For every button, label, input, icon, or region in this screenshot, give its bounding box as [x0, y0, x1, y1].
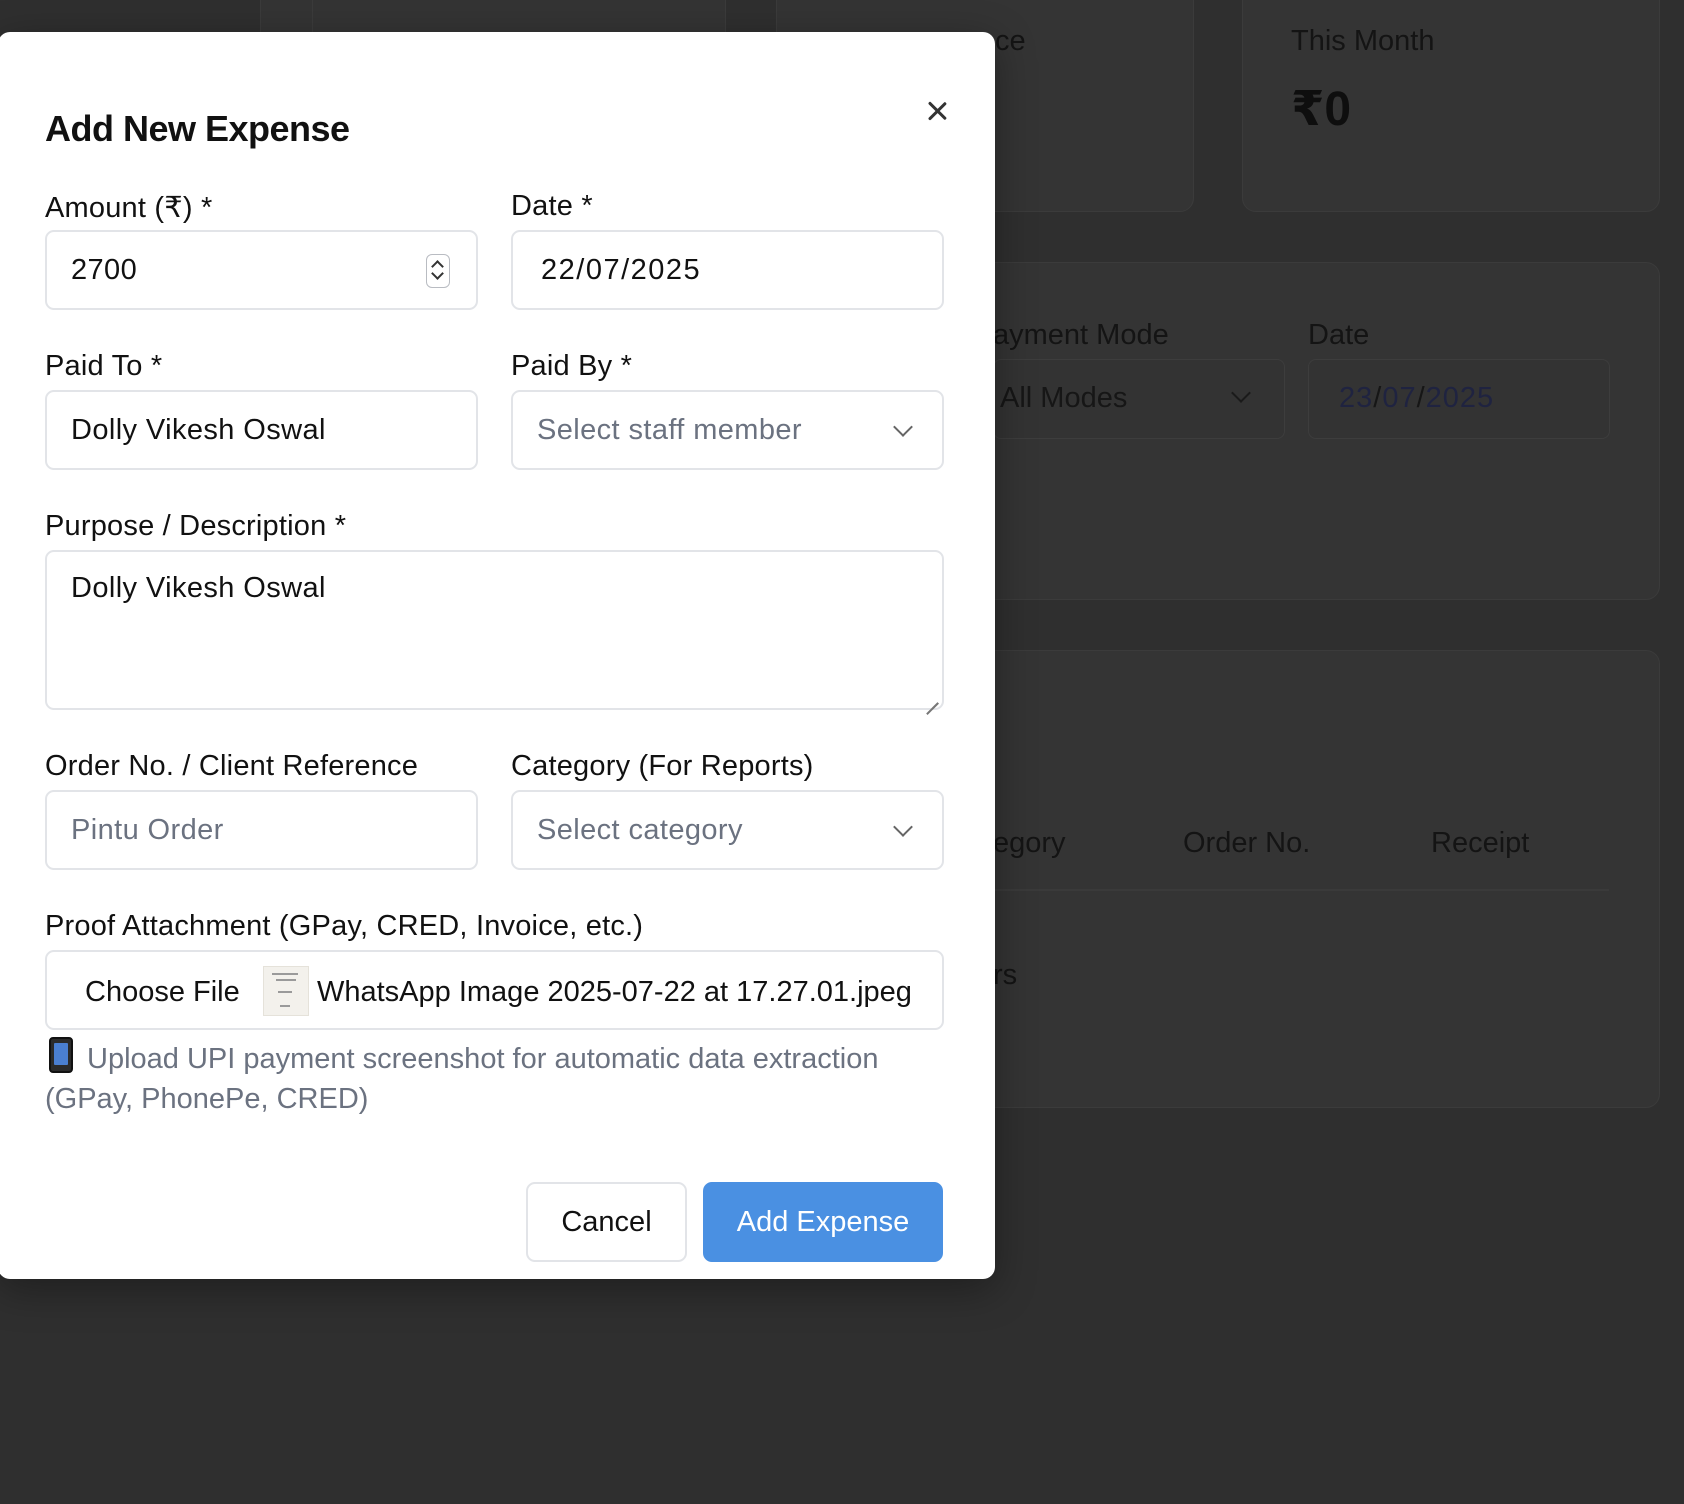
- date-filter-input[interactable]: 23/07/2025: [1308, 359, 1610, 439]
- category-placeholder: Select category: [537, 814, 743, 846]
- chevron-down-icon: [893, 817, 913, 837]
- proof-file-input[interactable]: Choose File WhatsApp Image 2025-07-22 at…: [45, 950, 944, 1030]
- table-header-category: egory: [993, 827, 1066, 859]
- purpose-label: Purpose / Description *: [45, 510, 347, 542]
- amount-input[interactable]: 2700: [45, 230, 478, 310]
- stat-card-this-month: This Month ₹0: [1242, 0, 1660, 212]
- payment-mode-label: ayment Mode: [993, 319, 1169, 351]
- paid-by-select[interactable]: Select staff member: [511, 390, 944, 470]
- category-select[interactable]: Select category: [511, 790, 944, 870]
- close-icon[interactable]: [922, 96, 952, 126]
- add-expense-modal: Add New Expense Amount (₹) * 2700 Date *…: [0, 32, 995, 1279]
- date-year: 2025: [1425, 382, 1495, 414]
- order-no-label: Order No. / Client Reference: [45, 750, 419, 782]
- date-input[interactable]: 22/07/2025: [511, 230, 944, 310]
- payment-mode-value: All Modes: [1000, 382, 1128, 414]
- paid-to-input[interactable]: Dolly Vikesh Oswal: [45, 390, 478, 470]
- table-header-receipt: Receipt: [1431, 827, 1530, 859]
- paid-to-value: Dolly Vikesh Oswal: [71, 414, 326, 446]
- choose-file-button[interactable]: Choose File: [85, 976, 240, 1009]
- paid-by-placeholder: Select staff member: [537, 414, 802, 446]
- date-label: Date *: [511, 190, 593, 222]
- amount-value: 2700: [71, 254, 138, 286]
- proof-label: Proof Attachment (GPay, CRED, Invoice, e…: [45, 910, 644, 942]
- chevron-down-icon: [893, 417, 913, 437]
- number-spinner-icon[interactable]: [426, 254, 450, 288]
- date-filter-label: Date: [1308, 319, 1370, 351]
- add-expense-button[interactable]: Add Expense: [703, 1182, 943, 1262]
- mobile-phone-icon: [49, 1037, 73, 1073]
- date-value: 22/07/2025: [541, 254, 702, 286]
- order-no-input[interactable]: Pintu Order: [45, 790, 478, 870]
- table-empty-text: rs: [993, 959, 1018, 991]
- paid-to-label: Paid To *: [45, 350, 163, 382]
- this-month-value: ₹0: [1291, 83, 1352, 136]
- paid-by-label: Paid By *: [511, 350, 633, 382]
- purpose-value: Dolly Vikesh Oswal: [71, 572, 326, 604]
- order-no-placeholder: Pintu Order: [71, 814, 224, 846]
- file-name: WhatsApp Image 2025-07-22 at 17.27.01.jp…: [317, 976, 912, 1008]
- date-filter-value: 23/07/2025: [1339, 382, 1495, 414]
- proof-hint: Upload UPI payment screenshot for automa…: [45, 1037, 905, 1119]
- table-header-order-no: Order No.: [1183, 827, 1311, 859]
- purpose-textarea[interactable]: Dolly Vikesh Oswal: [45, 550, 944, 710]
- cancel-button[interactable]: Cancel: [526, 1182, 687, 1262]
- amount-label: Amount (₹) *: [45, 192, 213, 224]
- payment-mode-select[interactable]: All Modes: [993, 359, 1285, 439]
- date-day: 23: [1339, 382, 1374, 414]
- resize-grip-icon[interactable]: [924, 690, 938, 704]
- stat-card-2-label: ce: [995, 25, 1026, 57]
- date-month: 07: [1382, 382, 1417, 414]
- proof-hint-text: Upload UPI payment screenshot for automa…: [45, 1043, 879, 1115]
- this-month-label: This Month: [1291, 25, 1435, 57]
- file-thumbnail-icon: [263, 966, 309, 1016]
- table-header-divider: [993, 889, 1609, 891]
- category-label: Category (For Reports): [511, 750, 814, 782]
- chevron-down-icon: [1231, 383, 1251, 403]
- modal-title: Add New Expense: [45, 108, 350, 149]
